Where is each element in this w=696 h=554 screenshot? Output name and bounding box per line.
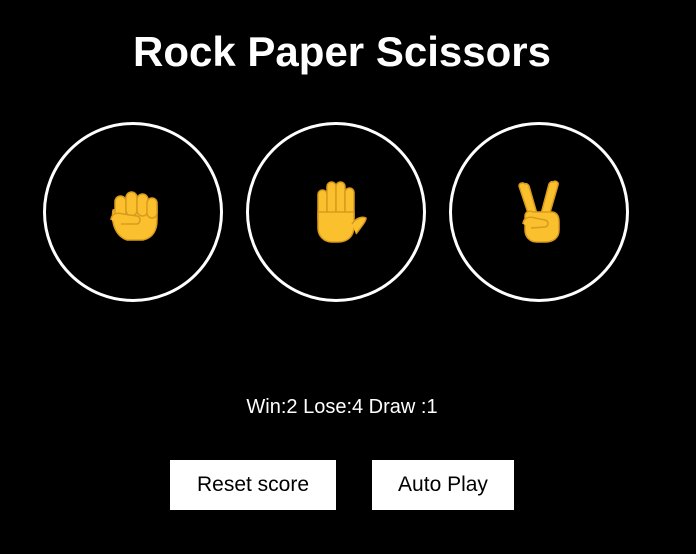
action-buttons: Reset score Auto Play <box>170 460 514 510</box>
raised-fist-icon <box>110 191 158 241</box>
raised-hand-icon <box>317 181 367 243</box>
reset-score-button[interactable]: Reset score <box>170 460 336 510</box>
scissors-button[interactable] <box>449 122 629 302</box>
paper-button[interactable] <box>246 122 426 302</box>
page-title: Rock Paper Scissors <box>133 28 551 75</box>
auto-play-button[interactable]: Auto Play <box>372 460 514 510</box>
score-display: Win:2 Lose:4 Draw :1 <box>246 396 438 418</box>
victory-hand-icon <box>518 180 560 243</box>
rock-button[interactable] <box>43 122 223 302</box>
move-buttons <box>43 122 629 302</box>
